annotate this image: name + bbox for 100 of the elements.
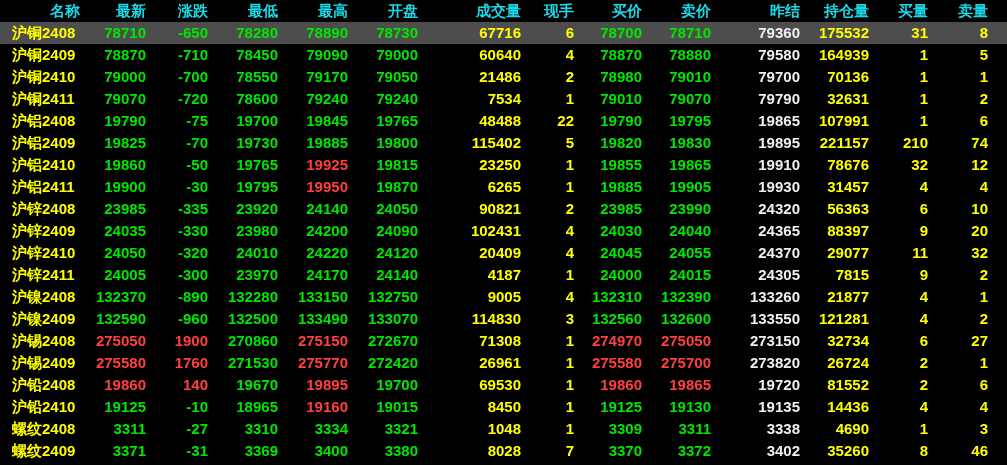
volume-value: 10	[970, 199, 988, 219]
quote-row[interactable]: 沪铜2408 78710 -650 78280 78890 78730 67716 6 78700 78710 79360 175532 31 8	[0, 22, 1007, 44]
volume-value: 2	[978, 265, 988, 285]
price-value: 19670	[236, 376, 278, 393]
volume-value: 71308	[478, 331, 521, 351]
volume-value: 20	[970, 221, 988, 241]
column-header[interactable]: 现手	[521, 0, 574, 22]
volume-value: 2	[978, 309, 988, 329]
price-value: 275050	[95, 332, 146, 349]
price-value: 133150	[297, 288, 348, 305]
price-value: 19820	[600, 134, 642, 151]
price-value: 19830	[669, 134, 711, 151]
settle-value: 273820	[748, 353, 800, 373]
price-value: 24035	[104, 222, 146, 239]
settle-value: 19720	[757, 375, 800, 395]
price-value: 19905	[669, 178, 711, 195]
contract-name: 螺纹2409	[11, 441, 77, 461]
column-header[interactable]: 买价	[574, 0, 642, 22]
column-header[interactable]: 成交量	[418, 0, 521, 22]
column-header[interactable]: 最高	[278, 0, 348, 22]
volume-value: 1	[564, 375, 574, 395]
price-value: 24045	[600, 244, 642, 261]
volume-value: 32631	[826, 89, 869, 109]
price-value: 78700	[600, 24, 642, 41]
price-value: 24010	[236, 244, 278, 261]
price-value: 24030	[600, 222, 642, 239]
price-value: -960	[177, 310, 208, 327]
price-value: 3309	[608, 420, 642, 437]
contract-name: 沪镍2409	[11, 309, 77, 329]
price-value: 270860	[227, 332, 278, 349]
volume-value: 35260	[826, 441, 869, 461]
column-header[interactable]: 涨跌	[146, 0, 208, 22]
price-value: 133490	[297, 310, 348, 327]
price-value: 23970	[236, 266, 278, 283]
volume-value: 26961	[478, 353, 521, 373]
price-value: 132600	[660, 310, 711, 327]
price-value: 19895	[306, 376, 348, 393]
price-value: 3310	[244, 420, 278, 437]
price-value: 19860	[104, 376, 146, 393]
price-value: 3380	[384, 442, 418, 459]
volume-value: 1	[564, 397, 574, 417]
column-header[interactable]: 买量	[869, 0, 928, 22]
price-value: -10	[186, 398, 208, 415]
column-header[interactable]: 卖量	[928, 0, 988, 22]
volume-value: 12	[970, 155, 988, 175]
volume-value: 1	[918, 45, 928, 65]
volume-value: 32	[910, 155, 928, 175]
volume-value: 7	[564, 441, 574, 461]
price-value: 78450	[236, 46, 278, 63]
price-value: 79240	[376, 90, 418, 107]
column-header[interactable]: 名称	[0, 0, 80, 22]
volume-value: 1	[564, 177, 574, 197]
price-value: -650	[177, 24, 208, 41]
price-value: -70	[186, 134, 208, 151]
column-header[interactable]: 最新	[80, 0, 146, 22]
volume-value: 1	[918, 419, 928, 439]
price-value: 79070	[104, 90, 146, 107]
price-value: 3321	[384, 420, 418, 437]
volume-value: 4	[564, 45, 574, 65]
settle-value: 19895	[757, 133, 800, 153]
volume-value: 81552	[826, 375, 869, 395]
volume-value: 4	[918, 177, 928, 197]
price-value: 24220	[306, 244, 348, 261]
price-value: 24040	[669, 222, 711, 239]
column-header[interactable]: 昨结	[711, 0, 800, 22]
price-value: 24005	[104, 266, 146, 283]
price-value: 19790	[104, 112, 146, 129]
volume-value: 70136	[826, 67, 869, 87]
column-header[interactable]: 持仓量	[800, 0, 869, 22]
price-value: -27	[186, 420, 208, 437]
settle-value: 133260	[748, 287, 800, 307]
price-value: 24200	[306, 222, 348, 239]
column-header[interactable]: 开盘	[348, 0, 418, 22]
contract-name: 沪锡2408	[11, 331, 77, 351]
volume-value: 26724	[826, 353, 869, 373]
price-value: 19845	[306, 112, 348, 129]
price-value: 19125	[600, 398, 642, 415]
volume-value: 67716	[478, 23, 521, 43]
price-value: 24050	[104, 244, 146, 261]
settle-value: 79360	[757, 23, 800, 43]
volume-value: 4	[918, 309, 928, 329]
price-value: 19825	[104, 134, 146, 151]
volume-value: 88397	[826, 221, 869, 241]
volume-value: 4	[918, 287, 928, 307]
price-value: 78600	[236, 90, 278, 107]
price-value: 133070	[367, 310, 418, 327]
volume-value: 7534	[486, 89, 521, 109]
volume-value: 14436	[826, 397, 869, 417]
column-header[interactable]: 卖价	[642, 0, 711, 22]
price-value: 274970	[591, 332, 642, 349]
column-header[interactable]: 最低	[208, 0, 278, 22]
volume-value: 21486	[478, 67, 521, 87]
price-value: 19815	[376, 156, 418, 173]
volume-value: 69530	[478, 375, 521, 395]
price-value: 24015	[669, 266, 711, 283]
volume-value: 21877	[826, 287, 869, 307]
price-value: 19130	[669, 398, 711, 415]
price-value: -700	[177, 68, 208, 85]
price-value: 78880	[669, 46, 711, 63]
volume-value: 210	[901, 133, 928, 153]
